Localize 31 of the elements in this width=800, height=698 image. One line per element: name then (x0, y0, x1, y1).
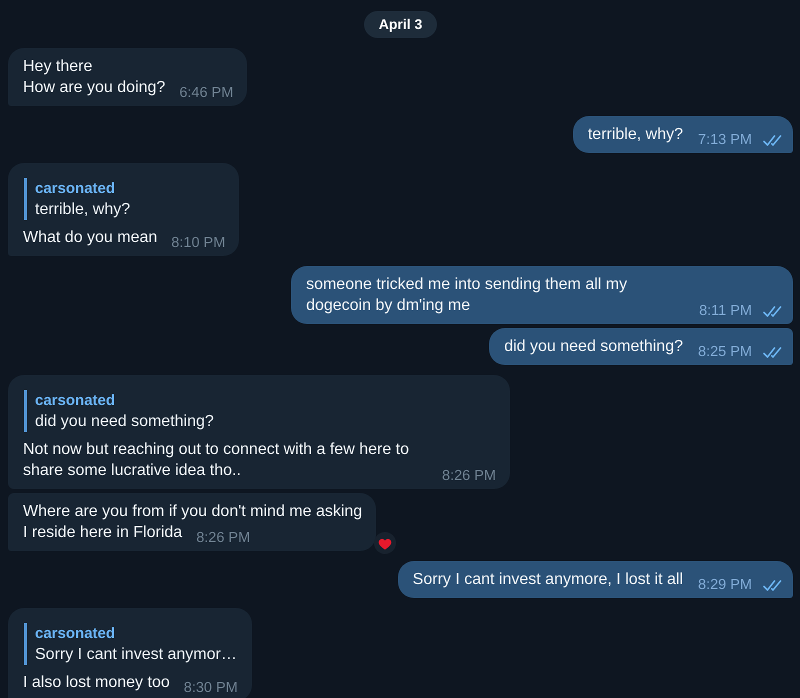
reply-sender-name: carsonated (35, 624, 116, 644)
message-time: 8:29 PM (698, 577, 752, 593)
message-text: terrible, why? (588, 125, 683, 145)
message-text: Sorry I cant invest anymore, I lost it all (412, 570, 683, 590)
message-time: 8:11 PM (699, 303, 752, 319)
message-text: Hey there (23, 57, 92, 77)
message-time: 8:26 PM (442, 468, 496, 484)
message-text: Where are you from if you don't mind me asking (23, 502, 362, 522)
message-text: I also lost money too (23, 673, 170, 693)
reply-sender-name: carsonated (35, 179, 116, 199)
message-text: someone tricked me into sending them all my dogecoin by dm'ing me (306, 275, 628, 316)
heart-reaction-icon[interactable] (374, 532, 396, 554)
message-time: 8:26 PM (196, 530, 250, 546)
quoted-reply[interactable]: carsonated Sorry I cant invest anymor… (24, 623, 237, 665)
quoted-text: Sorry I cant invest anymor… (35, 645, 237, 665)
quoted-text: terrible, why? (35, 200, 130, 220)
message-time: 6:46 PM (179, 85, 234, 101)
message-time: 7:13 PM (698, 132, 752, 148)
message-text: I reside here in Florida (23, 523, 182, 543)
message-text: Not now but reaching out to connect with a few here to share some lucrative idea tho.. (23, 440, 410, 481)
reply-sender-name: carsonated (35, 391, 116, 411)
message-time: 8:10 PM (171, 235, 226, 251)
date-badge: April 3 (364, 11, 438, 38)
message-time: 8:25 PM (698, 344, 752, 360)
message-time: 8:30 PM (184, 680, 238, 696)
message-text: What do you mean (23, 228, 158, 248)
quoted-reply[interactable]: carsonated terrible, why? (24, 178, 130, 220)
quoted-reply[interactable]: carsonated did you need something? (24, 390, 214, 432)
quoted-text: did you need something? (35, 412, 214, 432)
message-text: did you need something? (504, 337, 683, 357)
message-text: How are you doing? (23, 78, 166, 98)
